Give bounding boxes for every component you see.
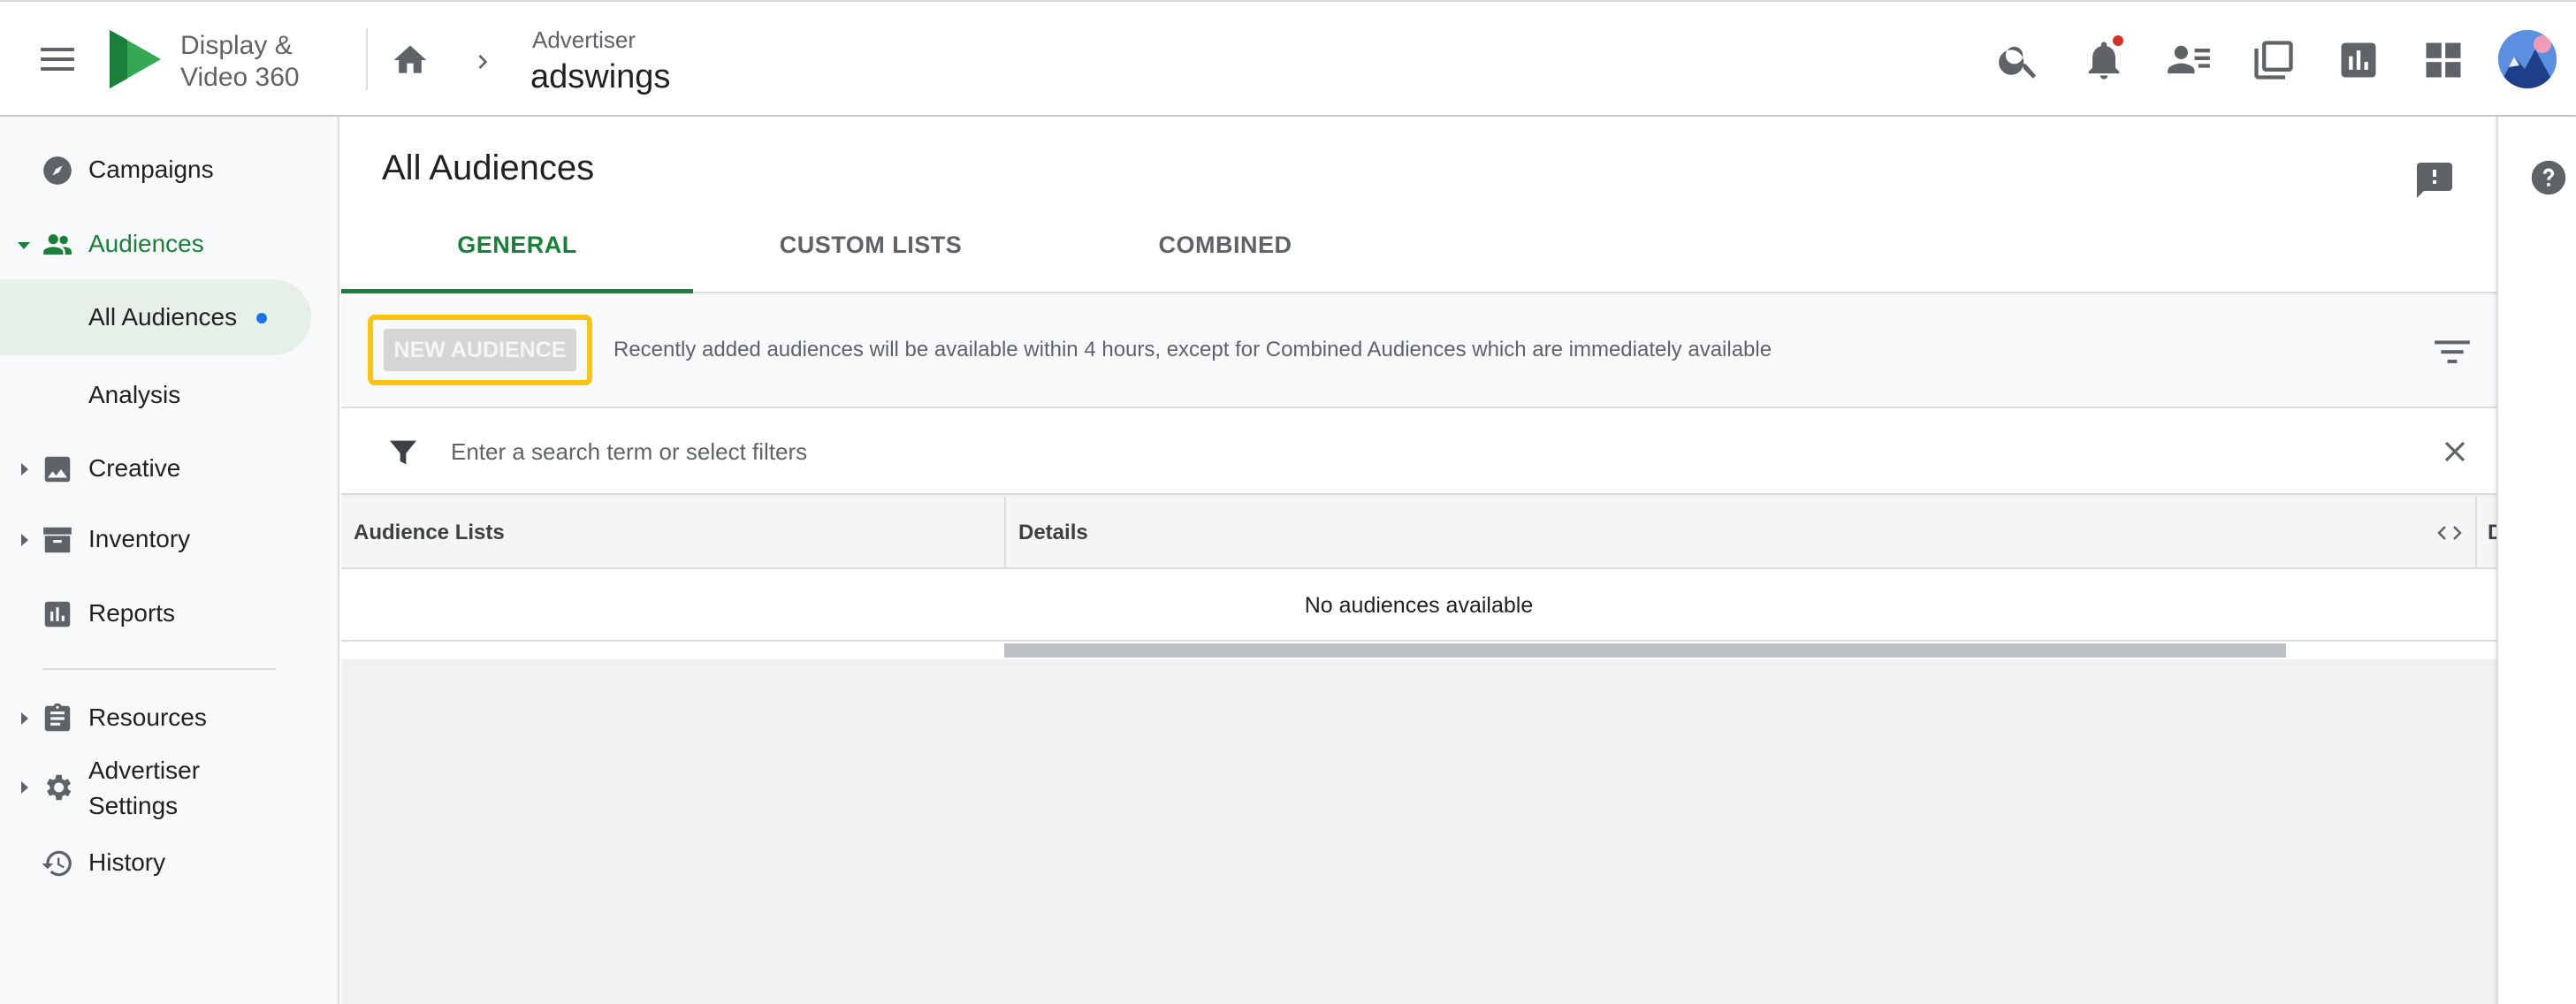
- scrollbar-thumb[interactable]: [1004, 643, 2286, 658]
- sidebar-item-all-audiences[interactable]: All Audiences: [0, 279, 311, 355]
- chevron-right-icon: [478, 55, 488, 69]
- funnel-icon[interactable]: [385, 435, 421, 470]
- top-bar: Display & Video 360 Advertiser adswings: [0, 0, 2576, 117]
- people-icon: [43, 234, 72, 255]
- availability-info-text: Recently added audiences will be availab…: [614, 338, 1772, 361]
- sidebar-item-reports[interactable]: Reports: [0, 580, 339, 647]
- search-icon[interactable]: [1996, 37, 2042, 83]
- caret-right-icon: [21, 781, 28, 794]
- sidebar-item-label: Creative: [88, 454, 181, 482]
- advertiser-name[interactable]: adswings: [530, 58, 670, 96]
- sidebar-item-advertiser-settings[interactable]: Advertiser Settings: [0, 744, 339, 829]
- filter-list-icon[interactable]: [2433, 336, 2472, 368]
- contacts-icon[interactable]: [2166, 37, 2212, 83]
- clipboard-icon: [44, 703, 71, 732]
- apps-grid-icon[interactable]: [2420, 37, 2466, 83]
- compass-icon: [43, 156, 72, 185]
- new-audience-button[interactable]: NEW AUDIENCE: [384, 329, 576, 371]
- tab-general[interactable]: GENERAL: [341, 214, 693, 293]
- caret-right-icon: [21, 712, 28, 725]
- feedback-icon[interactable]: [2413, 159, 2456, 202]
- caret-right-icon: [21, 463, 28, 475]
- search-bar: [341, 408, 2496, 495]
- sidebar: Campaigns Audiences All Audiences Analys…: [0, 117, 339, 1004]
- sidebar-item-label: Advertiser Settings: [88, 757, 201, 819]
- sidebar-item-label: Audiences: [88, 230, 204, 257]
- table-header: Audience Lists Details D: [341, 497, 2496, 569]
- product-name: Display & Video 360: [180, 31, 300, 92]
- avatar[interactable]: [2498, 30, 2557, 88]
- sidebar-item-label: Analysis: [88, 381, 181, 408]
- caret-down-icon: [18, 242, 30, 249]
- archive-icon: [43, 527, 72, 553]
- sidebar-item-label: Reports: [88, 599, 176, 627]
- audiences-table: Audience Lists Details D No audiences av…: [341, 497, 2496, 659]
- sidebar-item-label: All Audiences: [88, 303, 238, 331]
- right-rail: [2496, 117, 2576, 1004]
- copy-icon[interactable]: [2251, 37, 2297, 83]
- hamburger-menu-icon[interactable]: [32, 37, 85, 81]
- page-title: All Audiences: [382, 148, 595, 187]
- notifications-icon[interactable]: [2081, 34, 2127, 83]
- sidebar-item-label: Inventory: [88, 525, 191, 552]
- header-divider: [366, 28, 368, 90]
- reports-icon[interactable]: [2336, 37, 2382, 83]
- sidebar-item-label: Campaigns: [88, 156, 214, 183]
- tab-custom-lists[interactable]: CUSTOM LISTS: [693, 214, 1048, 293]
- bar-chart-icon: [44, 601, 71, 628]
- close-icon[interactable]: [2438, 435, 2472, 468]
- caret-right-icon: [21, 534, 28, 546]
- table-body: No audiences available: [341, 569, 2496, 642]
- dv360-logo: [110, 30, 161, 88]
- sidebar-item-campaigns[interactable]: Campaigns: [0, 136, 339, 203]
- sidebar-item-history[interactable]: History: [0, 829, 339, 896]
- action-bar: NEW AUDIENCE Recently added audiences wi…: [341, 295, 2496, 408]
- new-audience-highlight: NEW AUDIENCE: [368, 315, 592, 385]
- expand-column-icon[interactable]: [2435, 521, 2465, 544]
- column-divider[interactable]: [1004, 497, 1006, 569]
- column-header-truncated[interactable]: D: [2488, 497, 2496, 569]
- search-input[interactable]: [451, 428, 2307, 475]
- column-header-details[interactable]: Details: [1018, 497, 1088, 569]
- home-icon[interactable]: [389, 41, 431, 80]
- horizontal-scrollbar[interactable]: [341, 642, 2496, 659]
- sidebar-item-creative[interactable]: Creative: [0, 435, 339, 502]
- tab-combined[interactable]: COMBINED: [1048, 214, 1402, 293]
- empty-state-message: No audiences available: [1304, 593, 1534, 618]
- image-icon: [44, 456, 71, 483]
- column-header-audience-lists[interactable]: Audience Lists: [354, 497, 505, 569]
- page-header: All Audiences GENERAL CUSTOM LISTS COMBI…: [341, 117, 2496, 293]
- sidebar-divider: [42, 668, 276, 670]
- gear-icon: [46, 774, 72, 801]
- notification-badge: [2111, 34, 2125, 48]
- sidebar-item-label: Resources: [88, 704, 207, 731]
- selected-indicator-dot: [256, 313, 267, 323]
- main-content: All Audiences GENERAL CUSTOM LISTS COMBI…: [341, 117, 2496, 1004]
- sidebar-item-label: History: [88, 848, 166, 876]
- breadcrumb-label: Advertiser: [532, 27, 636, 53]
- sidebar-item-inventory[interactable]: Inventory: [0, 506, 339, 573]
- sidebar-item-resources[interactable]: Resources: [0, 684, 339, 751]
- sidebar-item-analysis[interactable]: Analysis: [0, 357, 311, 433]
- help-icon[interactable]: [2530, 159, 2567, 196]
- sidebar-item-audiences[interactable]: Audiences: [0, 210, 339, 278]
- history-icon: [42, 850, 72, 877]
- column-divider[interactable]: [2475, 497, 2477, 569]
